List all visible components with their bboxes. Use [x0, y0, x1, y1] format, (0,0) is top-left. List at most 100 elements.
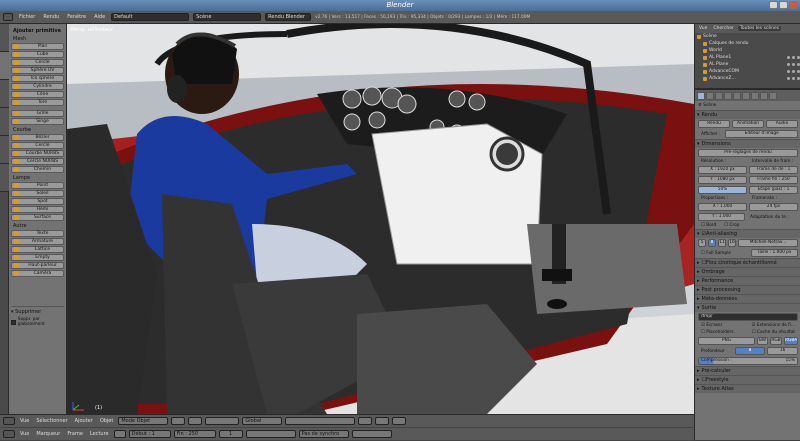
outliner-view-menu[interactable]: Vue: [697, 26, 709, 31]
frame-step-field[interactable]: Étape (pas) : 1: [749, 186, 798, 194]
add-ico-sphere-button[interactable]: Ico sphère: [11, 75, 64, 82]
editor-type-icon[interactable]: [3, 430, 15, 438]
outliner-row[interactable]: World: [695, 47, 800, 54]
add-cube-button[interactable]: Cube: [11, 51, 64, 58]
aa-samples-5[interactable]: 5: [698, 239, 706, 247]
playback-controls[interactable]: [245, 430, 296, 438]
animation-button[interactable]: Animation: [732, 120, 764, 128]
menu-render[interactable]: Rendu: [41, 14, 61, 20]
render-preview-icon[interactable]: [392, 417, 407, 425]
start-frame-field[interactable]: Début : 1: [128, 430, 171, 438]
layer-buttons[interactable]: [285, 417, 356, 425]
scene-select[interactable]: Scène: [193, 13, 262, 21]
resolution-y-field[interactable]: Y : 1080 px: [698, 176, 747, 184]
add-lattice-button[interactable]: Lattice: [11, 246, 64, 253]
3d-viewport[interactable]: Persp. utilisateur (1): [67, 24, 694, 414]
end-frame-field[interactable]: Fin : 250: [173, 430, 216, 438]
resolution-percentage-slider[interactable]: 50%: [698, 186, 747, 194]
outliner-display-select[interactable]: Toutes les scènes: [737, 26, 782, 31]
file-format-select[interactable]: PNG: [698, 337, 755, 345]
depth-16-button[interactable]: 16: [767, 347, 799, 355]
aa-samples-8[interactable]: 8: [708, 239, 716, 247]
add-cone-button[interactable]: Cône: [11, 91, 64, 98]
add-bezier-button[interactable]: Bézier: [11, 134, 64, 141]
add-speaker-button[interactable]: Haut-parleur: [11, 262, 64, 269]
depth-8-button[interactable]: 8: [734, 347, 766, 355]
framerate-select[interactable]: 24 fps: [749, 203, 798, 211]
freestyle-panel-header[interactable]: ▸ ☐ Freestyle: [695, 375, 800, 384]
shading-panel-header[interactable]: ▸ Ombrage: [695, 267, 800, 276]
sync-mode-select[interactable]: Pas de synchro: [298, 430, 349, 438]
add-nurbs-curve-button[interactable]: Courbe NURBS: [11, 150, 64, 157]
add-text-button[interactable]: Texte: [11, 230, 64, 237]
tab-physics[interactable]: [0, 136, 9, 164]
menu-select[interactable]: Sélectionner: [34, 418, 69, 424]
crop-checkbox[interactable]: ☐ Crop: [721, 223, 742, 228]
snap-icon[interactable]: [375, 417, 390, 425]
outliner-row[interactable]: AdvanceCOM: [695, 68, 800, 75]
outliner-row[interactable]: AdvanceZ...: [695, 75, 800, 82]
menu-frame[interactable]: Frame: [65, 431, 85, 437]
performance-panel-header[interactable]: ▸ Performance: [695, 276, 800, 285]
visibility-toggles[interactable]: [787, 56, 800, 59]
material-tab-icon[interactable]: [760, 91, 768, 100]
tab-tools[interactable]: [0, 24, 9, 52]
aa-samples-11[interactable]: 11: [718, 239, 726, 247]
add-spot-lamp-button[interactable]: Spot: [11, 198, 64, 205]
menu-object[interactable]: Objet: [98, 418, 116, 424]
color-rgba-button[interactable]: RGBA: [784, 337, 798, 345]
texture-tab-icon[interactable]: [769, 91, 777, 100]
cache-result-checkbox[interactable]: ☐ Cache du résultat: [749, 330, 798, 335]
outliner-row[interactable]: Scène: [695, 33, 800, 40]
menu-add[interactable]: Ajouter: [73, 418, 95, 424]
outliner-row[interactable]: Calques de rendu: [695, 40, 800, 47]
full-sample-checkbox[interactable]: ☐ Full Sample: [698, 251, 749, 256]
border-checkbox[interactable]: ☐ Bord: [698, 223, 719, 228]
tab-create[interactable]: [0, 52, 9, 80]
scene-tab-icon[interactable]: [715, 91, 723, 100]
display-select[interactable]: Editeur d'image: [725, 130, 798, 138]
render-panel-header[interactable]: ▾ Rendu: [695, 110, 800, 119]
constraints-tab-icon[interactable]: [742, 91, 750, 100]
add-nurbs-circle-button[interactable]: Cercle NURBS: [11, 158, 64, 165]
menu-view[interactable]: Vue: [18, 431, 31, 437]
bake-panel-header[interactable]: ▸ Pré-calculer: [695, 366, 800, 375]
render-engine-select[interactable]: Rendu Blender: [265, 13, 312, 21]
menu-file[interactable]: Fichier: [17, 14, 37, 20]
menu-window[interactable]: Fenêtre: [65, 14, 88, 20]
pivot-point-icon[interactable]: [188, 417, 203, 425]
add-empty-button[interactable]: Empty: [11, 254, 64, 261]
post-processing-panel-header[interactable]: ▸ Post processing: [695, 285, 800, 294]
minimize-icon[interactable]: [769, 1, 778, 9]
add-curve-circle-button[interactable]: Cercle: [11, 142, 64, 149]
proportional-edit-icon[interactable]: [358, 417, 373, 425]
aa-filter-select[interactable]: Mitchell-Netrav...: [738, 239, 798, 247]
add-plane-button[interactable]: Plan: [11, 43, 64, 50]
frame-start-field[interactable]: Frame de dé : 1: [749, 166, 798, 174]
keying-set-icons[interactable]: [351, 430, 392, 438]
overwrite-checkbox[interactable]: ☑ Écraser: [698, 323, 747, 328]
delete-globally-checkbox[interactable]: [11, 319, 16, 325]
output-panel-header[interactable]: ▾ Sortie: [695, 303, 800, 312]
menu-marker[interactable]: Marqueur: [34, 431, 62, 437]
editor-type-icon[interactable]: [3, 13, 13, 21]
tab-animation[interactable]: [0, 108, 9, 136]
menu-playback[interactable]: Lecture: [88, 431, 111, 437]
color-rgb-button[interactable]: RGB: [770, 337, 782, 345]
world-tab-icon[interactable]: [724, 91, 732, 100]
color-bw-button[interactable]: BW: [757, 337, 768, 345]
file-extensions-checkbox[interactable]: ☑ Extensions de fi...: [749, 323, 798, 328]
add-cylinder-button[interactable]: Cylindre: [11, 83, 64, 90]
menu-help[interactable]: Aide: [92, 14, 107, 20]
render-tab-icon[interactable]: [697, 91, 705, 100]
tab-grease-pencil[interactable]: [0, 164, 9, 192]
add-monkey-button[interactable]: Singe: [11, 118, 64, 125]
add-hemi-lamp-button[interactable]: Hémi: [11, 206, 64, 213]
object-tab-icon[interactable]: [733, 91, 741, 100]
shading-mode-icon[interactable]: [171, 417, 186, 425]
aa-samples-16[interactable]: 16: [728, 239, 736, 247]
add-grid-button[interactable]: Grille: [11, 110, 64, 117]
visibility-toggles[interactable]: [787, 63, 800, 66]
anti-aliasing-panel-header[interactable]: ▾ ☑ Anti-aliasing: [695, 229, 800, 238]
screen-layout-select[interactable]: Default: [111, 13, 190, 21]
